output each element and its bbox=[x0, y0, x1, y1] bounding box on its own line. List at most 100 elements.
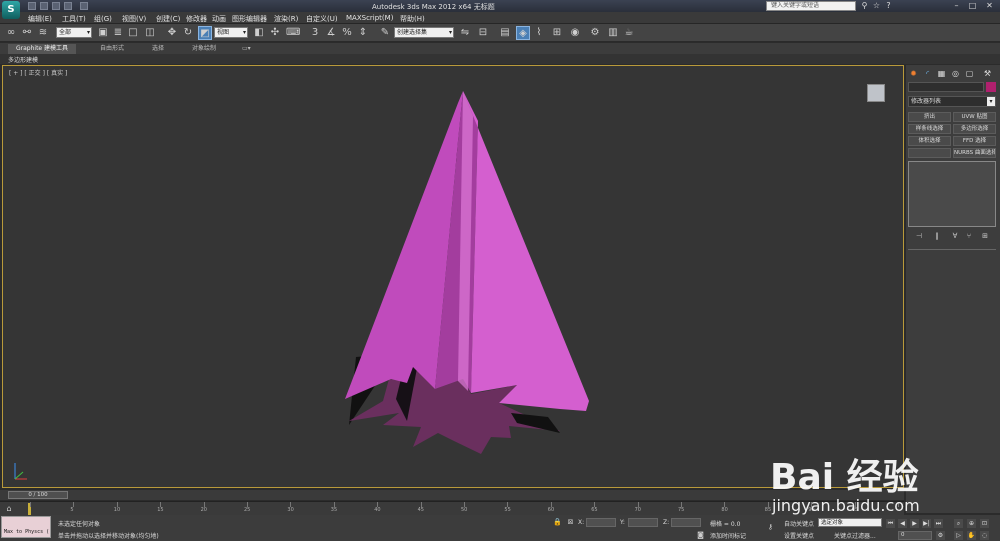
star-icon[interactable]: ☆ bbox=[872, 1, 881, 10]
time-slider[interactable]: 0 / 100 bbox=[0, 490, 904, 500]
modify-tab-icon[interactable]: ◜ bbox=[922, 68, 933, 79]
object-color-swatch[interactable] bbox=[986, 82, 996, 92]
menu-help[interactable]: 帮助(H) bbox=[400, 14, 425, 24]
mirror-icon[interactable]: ⇋ bbox=[458, 26, 472, 40]
undo-icon[interactable] bbox=[64, 2, 72, 10]
hierarchy-tab-icon[interactable]: ▦ bbox=[936, 68, 947, 79]
tab-selection[interactable]: 选择 bbox=[144, 44, 172, 54]
reference-coordinate-dropdown[interactable]: 视图 bbox=[214, 27, 248, 38]
select-manipulate-icon[interactable]: ✣ bbox=[268, 26, 282, 40]
angle-snap-icon[interactable]: ∡ bbox=[324, 26, 338, 40]
tab-object-paint[interactable]: 对象绘制 bbox=[184, 44, 224, 54]
menu-modifiers[interactable]: 修改器 bbox=[186, 14, 207, 24]
track-bar[interactable]: ⌂ 5 10 15 20 25 30 35 40 45 50 55 60 65 70 75 80 85 90 95 bbox=[0, 501, 904, 515]
select-object-icon[interactable]: ▣ bbox=[96, 26, 110, 40]
polygon-modeling-label[interactable]: 多边形建模 bbox=[8, 55, 38, 64]
modifier-stack[interactable] bbox=[908, 161, 996, 227]
search-icon[interactable]: ⚲ bbox=[860, 1, 869, 10]
layer-manager-icon[interactable]: ▤ bbox=[498, 26, 512, 40]
move-icon[interactable]: ✥ bbox=[165, 26, 179, 40]
perspective-viewport[interactable]: [ + ] [ 正交 ] [ 真实 ] bbox=[2, 65, 904, 488]
empty-modifier-button[interactable] bbox=[908, 148, 951, 158]
orbit-icon[interactable]: ◌ bbox=[980, 531, 989, 540]
save-file-icon[interactable] bbox=[52, 2, 60, 10]
select-by-name-icon[interactable]: ≣ bbox=[111, 26, 125, 40]
previous-frame-icon[interactable]: ◀ bbox=[898, 519, 907, 528]
material-editor-icon[interactable]: ◉ bbox=[568, 26, 582, 40]
create-tab-icon[interactable]: ✹ bbox=[908, 68, 919, 79]
percent-snap-icon[interactable]: % bbox=[340, 26, 354, 40]
menu-rendering[interactable]: 渲染(R) bbox=[274, 14, 298, 24]
tab-graphite-modeling[interactable]: Graphite 建模工具 bbox=[8, 44, 77, 54]
tab-freeform[interactable]: 自由形式 bbox=[92, 44, 132, 54]
modifier-list-dropdown[interactable]: 修改器列表 bbox=[908, 96, 996, 107]
go-to-start-icon[interactable]: ⏮ bbox=[886, 519, 895, 528]
y-coordinate-field[interactable] bbox=[628, 518, 658, 527]
menu-animation[interactable]: 动画 bbox=[212, 14, 226, 24]
remove-modifier-icon[interactable]: ⑂ bbox=[964, 231, 974, 241]
pan-icon[interactable]: ✋ bbox=[967, 531, 976, 540]
auto-key-button[interactable]: 自动关键点 bbox=[784, 519, 814, 528]
open-file-icon[interactable] bbox=[40, 2, 48, 10]
maximize-icon[interactable]: □ bbox=[968, 1, 977, 10]
play-icon[interactable]: ▶ bbox=[910, 519, 919, 528]
show-end-result-icon[interactable]: ‖ bbox=[932, 231, 942, 241]
poly-select-button[interactable]: 多边形选择 bbox=[953, 124, 996, 134]
menu-customize[interactable]: 自定义(U) bbox=[306, 14, 338, 24]
zoom-icon[interactable]: ⌕ bbox=[954, 519, 963, 528]
app-logo[interactable]: S bbox=[2, 1, 20, 19]
mini-curve-editor-icon[interactable]: ⌂ bbox=[2, 503, 16, 515]
utilities-tab-icon[interactable]: ⚒ bbox=[982, 68, 993, 79]
minimize-icon[interactable]: – bbox=[952, 1, 961, 10]
motion-tab-icon[interactable]: ◎ bbox=[950, 68, 961, 79]
menu-group[interactable]: 组(G) bbox=[94, 14, 112, 24]
z-coordinate-field[interactable] bbox=[671, 518, 701, 527]
menu-edit[interactable]: 编辑(E) bbox=[28, 14, 52, 24]
selected-object-dropdown[interactable]: 选定对象 bbox=[818, 518, 882, 527]
set-key-button[interactable]: 设置关键点 bbox=[784, 531, 814, 540]
rendered-frame-icon[interactable]: ▥ bbox=[606, 26, 620, 40]
make-unique-icon[interactable]: ∀ bbox=[950, 231, 960, 241]
help-icon[interactable]: ? bbox=[884, 1, 893, 10]
graphite-toggle-icon[interactable]: ◈ bbox=[516, 26, 530, 40]
menu-views[interactable]: 视图(V) bbox=[122, 14, 146, 24]
scale-icon[interactable]: ◩ bbox=[198, 26, 212, 40]
render-setup-icon[interactable]: ⚙ bbox=[588, 26, 602, 40]
menu-tools[interactable]: 工具(T) bbox=[62, 14, 86, 24]
ffd-select-button[interactable]: FFD 选择 bbox=[953, 136, 996, 146]
display-tab-icon[interactable]: ▢ bbox=[964, 68, 975, 79]
current-frame-field[interactable]: 0 bbox=[898, 531, 932, 540]
spinner-snap-icon[interactable]: ⇕ bbox=[356, 26, 370, 40]
redo-icon[interactable] bbox=[80, 2, 88, 10]
time-config-icon[interactable]: ⚙ bbox=[936, 531, 945, 540]
window-crossing-icon[interactable]: ◫ bbox=[143, 26, 157, 40]
set-key-icon[interactable]: ⚷ bbox=[766, 523, 775, 532]
edit-named-selection-icon[interactable]: ✎ bbox=[378, 26, 392, 40]
align-icon[interactable]: ⊟ bbox=[476, 26, 490, 40]
key-filters-button[interactable]: 关键点过滤器... bbox=[834, 531, 876, 540]
menu-maxscript[interactable]: MAXScript(M) bbox=[346, 14, 393, 22]
pin-stack-icon[interactable]: ⊣ bbox=[914, 231, 924, 241]
curve-editor-icon[interactable]: ⌇ bbox=[532, 26, 546, 40]
next-frame-icon[interactable]: ▶| bbox=[922, 519, 931, 528]
spline-select-button[interactable]: 样条线选择 bbox=[908, 124, 951, 134]
x-coordinate-field[interactable] bbox=[586, 518, 616, 527]
field-of-view-icon[interactable]: ▷ bbox=[954, 531, 963, 540]
absolute-mode-icon[interactable]: ⊠ bbox=[566, 518, 575, 527]
rect-selection-icon[interactable]: □ bbox=[126, 26, 140, 40]
uvw-map-button[interactable]: UVW 贴图 bbox=[953, 112, 996, 122]
snap-toggle-icon[interactable]: 3 bbox=[308, 26, 322, 40]
pivot-center-icon[interactable]: ◧ bbox=[252, 26, 266, 40]
close-icon[interactable]: ✕ bbox=[985, 1, 994, 10]
menu-create[interactable]: 创建(C) bbox=[156, 14, 180, 24]
extrude-button[interactable]: 挤出 bbox=[908, 112, 951, 122]
zoom-extents-icon[interactable]: ⊡ bbox=[980, 519, 989, 528]
render-teapot-icon[interactable]: ☕ bbox=[622, 26, 636, 40]
new-file-icon[interactable] bbox=[28, 2, 36, 10]
unlink-icon[interactable]: ⚯ bbox=[20, 26, 34, 40]
menu-graph-editors[interactable]: 图形编辑器 bbox=[232, 14, 267, 24]
lock-icon[interactable]: 🔒 bbox=[553, 518, 562, 527]
zoom-all-icon[interactable]: ⊕ bbox=[967, 519, 976, 528]
search-input[interactable]: 键入关键字或短语 bbox=[766, 1, 856, 11]
time-tag-icon[interactable]: ◙ bbox=[696, 531, 705, 540]
